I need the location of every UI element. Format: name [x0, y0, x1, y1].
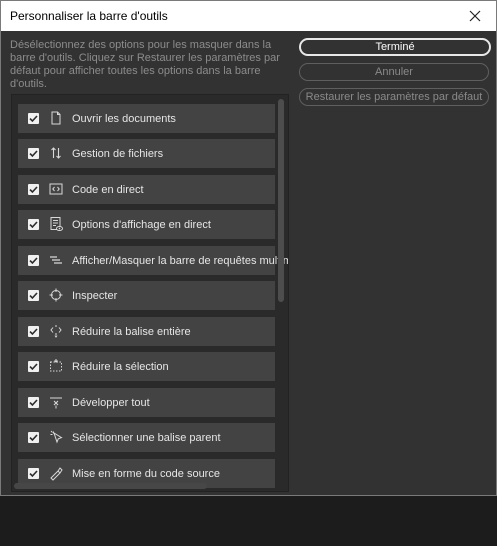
cancel-button[interactable]: Annuler: [299, 63, 489, 81]
title-bar: Personnaliser la barre d'outils: [1, 1, 496, 31]
horizontal-scrollbar[interactable]: [14, 483, 207, 489]
checkbox[interactable]: [28, 290, 39, 301]
checkbox[interactable]: [28, 361, 39, 372]
expand-all-icon: [48, 394, 64, 410]
toolbar-options-list: Ouvrir les documents Gestion de fichiers…: [11, 94, 289, 492]
list-item[interactable]: Inspecter: [18, 281, 275, 310]
close-icon[interactable]: [466, 7, 484, 25]
list-item-label: Afficher/Masquer la barre de requêtes mu…: [72, 255, 289, 267]
select-parent-tag-icon: [48, 429, 64, 445]
list-item[interactable]: Réduire la balise entière: [18, 317, 275, 346]
list-item-label: Réduire la sélection: [72, 361, 169, 373]
list-item-label: Développer tout: [72, 397, 150, 409]
list-item-label: Sélectionner une balise parent: [72, 432, 221, 444]
list-item-label: Code en direct: [72, 184, 144, 196]
list-item-label: Réduire la balise entière: [72, 326, 191, 338]
vertical-scrollbar[interactable]: [278, 99, 284, 302]
checkbox[interactable]: [28, 255, 39, 266]
list-item[interactable]: Sélectionner une balise parent: [18, 423, 275, 452]
list-item[interactable]: Code en direct: [18, 175, 275, 204]
list-item-label: Gestion de fichiers: [72, 148, 164, 160]
document-icon: [48, 110, 64, 126]
list-item-label: Options d'affichage en direct: [72, 219, 211, 231]
live-code-icon: [48, 181, 64, 197]
dialog-title: Personnaliser la barre d'outils: [10, 9, 168, 23]
list-item[interactable]: Gestion de fichiers: [18, 139, 275, 168]
list-item[interactable]: Réduire la sélection: [18, 352, 275, 381]
done-button[interactable]: Terminé: [299, 38, 491, 56]
media-query-bar-icon: [48, 252, 64, 268]
list-item[interactable]: Options d'affichage en direct: [18, 210, 275, 239]
customize-toolbar-dialog: Personnaliser la barre d'outils Désélect…: [0, 0, 497, 496]
dialog-description: Désélectionnez des options pour les masq…: [10, 39, 280, 90]
collapse-tag-icon: [48, 323, 64, 339]
format-source-icon: [48, 465, 64, 481]
list-item-label: Inspecter: [72, 290, 118, 302]
checkbox[interactable]: [28, 432, 39, 443]
file-transfer-icon: [48, 145, 64, 161]
checkbox[interactable]: [28, 326, 39, 337]
restore-defaults-button[interactable]: Restaurer les paramètres par défaut: [299, 88, 489, 106]
checkbox[interactable]: [28, 468, 39, 479]
checkbox[interactable]: [28, 113, 39, 124]
checkbox[interactable]: [28, 219, 39, 230]
list-item-label: Ouvrir les documents: [72, 113, 176, 125]
live-view-options-icon: [48, 216, 64, 232]
inspect-crosshair-icon: [48, 287, 64, 303]
checkbox[interactable]: [28, 148, 39, 159]
list-item[interactable]: Ouvrir les documents: [18, 104, 275, 133]
collapse-selection-icon: [48, 358, 64, 374]
checkbox[interactable]: [28, 184, 39, 195]
list-item[interactable]: Développer tout: [18, 388, 275, 417]
list-item-label: Mise en forme du code source: [72, 468, 220, 480]
list-item[interactable]: Afficher/Masquer la barre de requêtes mu…: [18, 246, 288, 275]
checkbox[interactable]: [28, 397, 39, 408]
